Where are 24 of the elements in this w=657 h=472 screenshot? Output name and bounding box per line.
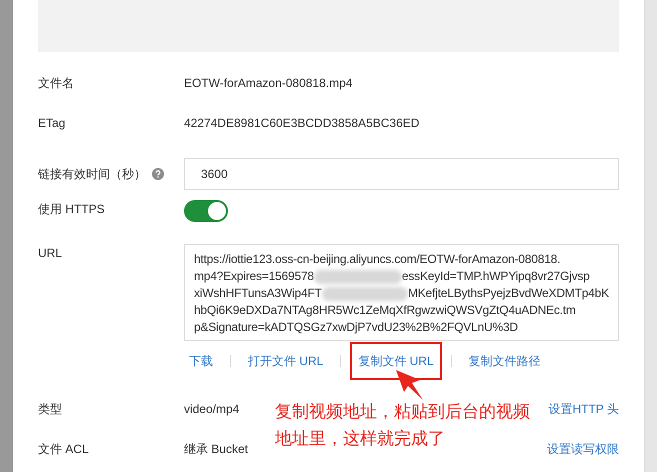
field-label: 文件名: [38, 75, 74, 92]
url-text-area[interactable]: https://iottie123.oss-cn-beijing.aliyuncs.com/EOTW-forAmazon-080818. mp4?Expires=1569578 essKeyId=TMP.hWPYipq8vr27Gjvsp xiWshHFTunsA3Wip4FT MKefjteLBythsPyejzBvdWeXDMTp4bK hbQi6K9eDXDa7NTAg8HR5Wc1ZeMqXfRgwzwiQWSVgZtQ4uADNEc.tm p&Signature=kADTQSGz7xwDjP7vdU23%2B%2FQVLnU%3D: [184, 244, 619, 341]
field-label: 使用 HTTPS: [38, 201, 105, 218]
field-value: video/mp4: [184, 401, 240, 418]
action-link[interactable]: 复制文件 URL: [350, 342, 442, 380]
pointer-arrow: [396, 370, 424, 400]
scrollbar[interactable]: [644, 0, 657, 472]
toggle-switch[interactable]: [184, 200, 228, 222]
action-link[interactable]: 复制文件路径: [464, 348, 546, 374]
field-value: 继承 Bucket: [184, 441, 248, 458]
input-field[interactable]: 3600: [184, 158, 619, 190]
setting-link[interactable]: 设置HTTP 头: [548, 400, 619, 418]
action-link[interactable]: 打开文件 URL: [242, 348, 328, 374]
field-label: URL: [38, 245, 62, 262]
field-label: 类型: [38, 401, 62, 418]
field-label: 链接有效时间（秒）: [38, 166, 146, 183]
field-label: 文件 ACL: [38, 441, 89, 458]
help-icon[interactable]: [152, 168, 164, 180]
annotation-text: 复制视频地址，粘贴到后台的视频地址里，这样就完成了: [274, 401, 531, 450]
field-value: 42274DE8981C60E3BCDD3858A5BC36ED: [184, 115, 420, 132]
setting-link[interactable]: 设置读写权限: [546, 440, 619, 458]
field-label: ETag: [38, 115, 66, 132]
action-link[interactable]: 下载: [184, 348, 218, 374]
field-value: EOTW-forAmazon-080818.mp4: [184, 75, 352, 92]
